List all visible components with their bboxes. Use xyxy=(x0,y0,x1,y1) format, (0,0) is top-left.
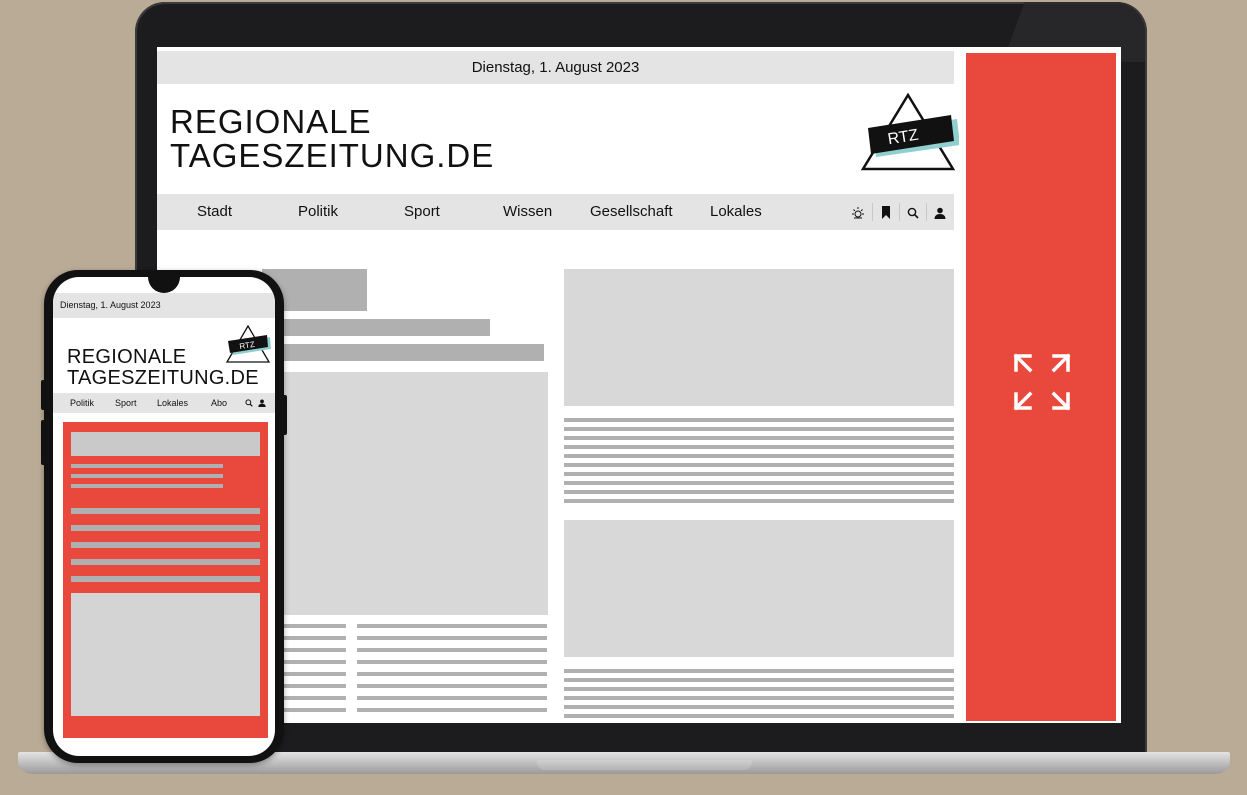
phone-notch xyxy=(148,277,180,293)
mobile-text-line xyxy=(71,576,260,582)
mobile-date-bar: Dienstag, 1. August 2023 xyxy=(53,293,275,318)
mobile-text-line xyxy=(71,559,260,565)
mobile-image-placeholder xyxy=(71,593,260,716)
search-icon[interactable] xyxy=(902,194,924,230)
text-line xyxy=(564,499,954,503)
mobile-navigation: Politik Sport Lokales Abo xyxy=(53,393,275,413)
image-placeholder xyxy=(564,520,954,657)
mobile-ad-panel[interactable] xyxy=(63,422,268,738)
text-line xyxy=(564,418,954,422)
expand-arrows-icon[interactable] xyxy=(1012,352,1072,412)
mobile-site-title[interactable]: REGIONALE TAGESZEITUNG.DE xyxy=(67,347,259,389)
text-line xyxy=(357,696,547,700)
weather-icon[interactable] xyxy=(847,194,869,230)
mobile-nav-item-politik[interactable]: Politik xyxy=(70,393,94,413)
main-navigation: Stadt Politik Sport Wissen Gesellschaft … xyxy=(157,194,954,230)
nav-item-stadt[interactable]: Stadt xyxy=(197,194,232,230)
text-line xyxy=(357,684,547,688)
text-line xyxy=(357,708,547,712)
nav-item-lokales[interactable]: Lokales xyxy=(710,194,762,230)
phone-frame: Dienstag, 1. August 2023 RTZ REGIONALE T… xyxy=(41,270,287,763)
text-line xyxy=(357,660,547,664)
laptop-notch xyxy=(537,760,752,770)
date-bar: Dienstag, 1. August 2023 xyxy=(157,51,954,84)
text-line xyxy=(564,705,954,709)
mobile-nav-item-lokales[interactable]: Lokales xyxy=(157,393,188,413)
mobile-text-line xyxy=(71,474,223,478)
text-line xyxy=(357,624,547,628)
image-placeholder xyxy=(564,269,954,406)
text-line xyxy=(564,445,954,449)
mobile-user-icon[interactable] xyxy=(258,393,266,413)
mobile-nav-item-abo[interactable]: Abo xyxy=(211,393,227,413)
mobile-screen: Dienstag, 1. August 2023 RTZ REGIONALE T… xyxy=(53,277,275,756)
text-line xyxy=(564,696,954,700)
text-line xyxy=(564,481,954,485)
desktop-screen: Dienstag, 1. August 2023 REGIONALE TAGES… xyxy=(157,47,1121,723)
text-line xyxy=(564,687,954,691)
text-line xyxy=(564,454,954,458)
nav-item-politik[interactable]: Politik xyxy=(298,194,338,230)
text-line xyxy=(564,436,954,440)
mobile-text-line xyxy=(71,508,260,514)
text-line xyxy=(564,490,954,494)
text-line xyxy=(357,636,547,640)
nav-item-sport[interactable]: Sport xyxy=(404,194,440,230)
subline-placeholder xyxy=(262,319,490,336)
rtz-logo[interactable]: RTZ xyxy=(857,93,959,173)
mobile-headline-placeholder xyxy=(71,432,260,456)
text-line xyxy=(564,669,954,673)
nav-item-gesellschaft[interactable]: Gesellschaft xyxy=(590,194,673,230)
subline-placeholder xyxy=(262,344,544,361)
text-line xyxy=(564,427,954,431)
site-title[interactable]: REGIONALE TAGESZEITUNG.DE xyxy=(170,105,494,173)
mobile-text-line xyxy=(71,464,223,468)
text-line xyxy=(357,648,547,652)
user-icon[interactable] xyxy=(929,194,951,230)
text-line xyxy=(357,672,547,676)
image-placeholder xyxy=(262,372,548,615)
mobile-text-line xyxy=(71,525,260,531)
mobile-nav-item-sport[interactable]: Sport xyxy=(115,393,137,413)
mobile-search-icon[interactable] xyxy=(245,393,253,413)
text-line xyxy=(564,714,954,718)
text-line xyxy=(564,463,954,467)
text-line xyxy=(564,472,954,476)
bookmark-icon[interactable] xyxy=(875,194,897,230)
text-line xyxy=(564,678,954,682)
mobile-text-line xyxy=(71,484,223,488)
mobile-text-line xyxy=(71,542,260,548)
nav-item-wissen[interactable]: Wissen xyxy=(503,194,552,230)
